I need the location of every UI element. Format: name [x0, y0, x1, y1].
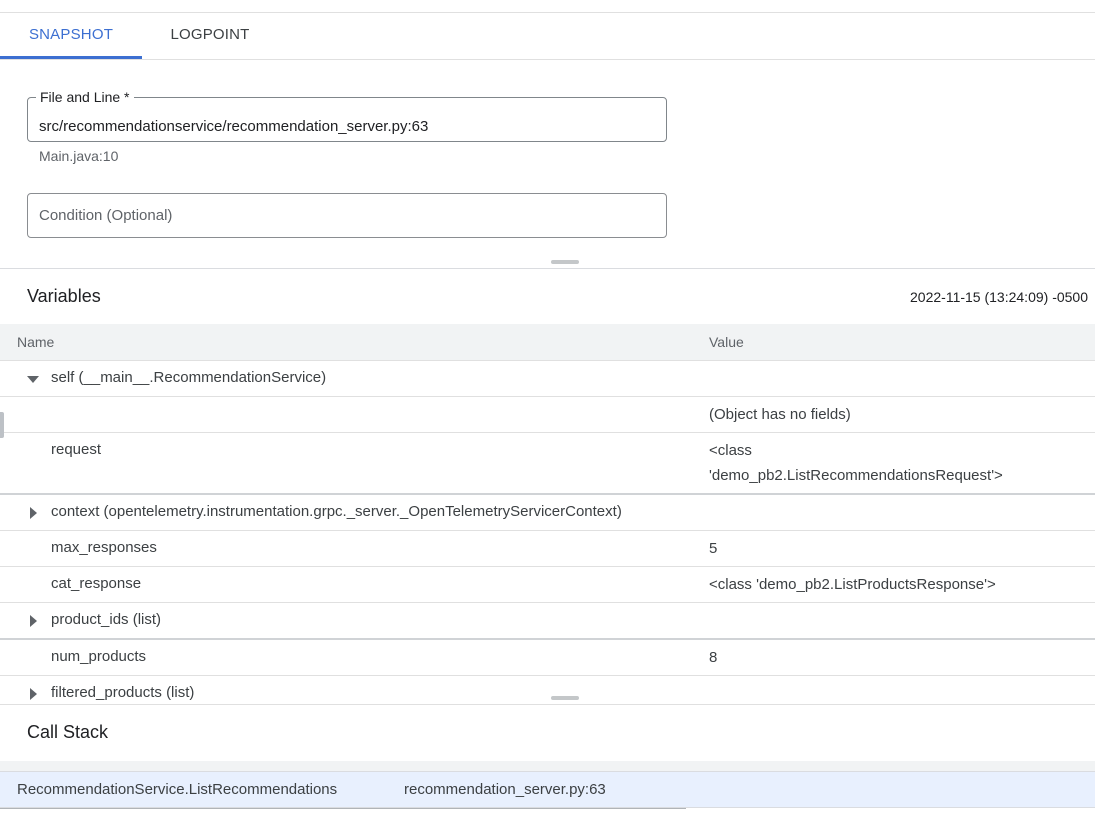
variable-value: (Object has no fields)	[709, 406, 851, 423]
call-stack-header	[0, 761, 1095, 771]
section-divider	[0, 268, 1095, 269]
variable-value: 8	[709, 649, 718, 666]
snapshot-timestamp: 2022-11-15 (13:24:09) -0500	[910, 289, 1088, 305]
variable-row[interactable]: self (__main__.RecommendationService)	[0, 361, 1095, 397]
column-header-value: Value	[709, 334, 744, 350]
variable-row[interactable]: filtered_products (list)	[0, 676, 1095, 704]
call-stack-title: Call Stack	[27, 722, 109, 742]
variable-name: num_products	[51, 648, 147, 665]
variable-value: <class 'demo_pb2.ListProductsResponse'>	[709, 576, 996, 593]
variable-name: cat_response	[51, 575, 142, 592]
variable-value: 5	[709, 540, 718, 557]
variable-name: request	[51, 441, 102, 458]
variables-title: Variables	[27, 286, 101, 306]
variable-row[interactable]: product_ids (list)	[0, 603, 1095, 640]
variable-row[interactable]: request <class 'demo_pb2.ListRecommendat…	[0, 433, 1095, 495]
active-tab-indicator	[0, 56, 142, 59]
file-and-line-field[interactable]: File and Line *	[27, 89, 667, 142]
variable-name: product_ids (list)	[51, 611, 162, 628]
variable-name: filtered_products (list)	[51, 684, 195, 701]
variable-name: max_responses	[51, 539, 157, 556]
variable-row[interactable]: num_products 8	[0, 640, 1095, 676]
variable-row[interactable]: context (opentelemetry.instrumentation.g…	[0, 495, 1095, 531]
caret-right-icon[interactable]	[26, 687, 40, 701]
variable-value: <class 'demo_pb2.ListRecommendationsRequ…	[709, 442, 1003, 484]
tab-logpoint[interactable]: LOGPOINT	[142, 13, 278, 59]
variables-table-header: Name Value	[0, 324, 1095, 361]
stack-frame-divider	[0, 808, 686, 809]
variable-name: self (__main__.RecommendationService)	[51, 369, 327, 386]
stack-frame-function: RecommendationService.ListRecommendation…	[17, 781, 338, 798]
panel-resize-handle[interactable]	[551, 260, 579, 264]
caret-right-icon[interactable]	[26, 506, 40, 520]
variable-row[interactable]: cat_response <class 'demo_pb2.ListProduc…	[0, 567, 1095, 603]
call-stack-frame[interactable]: RecommendationService.ListRecommendation…	[0, 771, 1095, 809]
variables-table: self (__main__.RecommendationService) (O…	[0, 361, 1095, 705]
file-and-line-hint: Main.java:10	[39, 148, 119, 164]
variable-name: context (opentelemetry.instrumentation.g…	[51, 503, 622, 520]
condition-input[interactable]	[28, 194, 666, 237]
caret-down-icon[interactable]	[26, 372, 40, 386]
stack-frame-location[interactable]: recommendation_server.py:63	[404, 772, 606, 808]
variable-row[interactable]: max_responses 5	[0, 531, 1095, 567]
condition-field[interactable]	[27, 193, 667, 238]
column-header-name: Name	[17, 334, 55, 350]
variable-row: (Object has no fields)	[0, 397, 1095, 433]
panel-resize-handle[interactable]	[551, 696, 579, 700]
file-and-line-input[interactable]	[28, 98, 666, 141]
tab-snapshot[interactable]: SNAPSHOT	[0, 13, 142, 59]
scrollbar-thumb[interactable]	[0, 412, 4, 438]
tab-bar: SNAPSHOT LOGPOINT	[0, 13, 1095, 60]
caret-right-icon[interactable]	[26, 614, 40, 628]
